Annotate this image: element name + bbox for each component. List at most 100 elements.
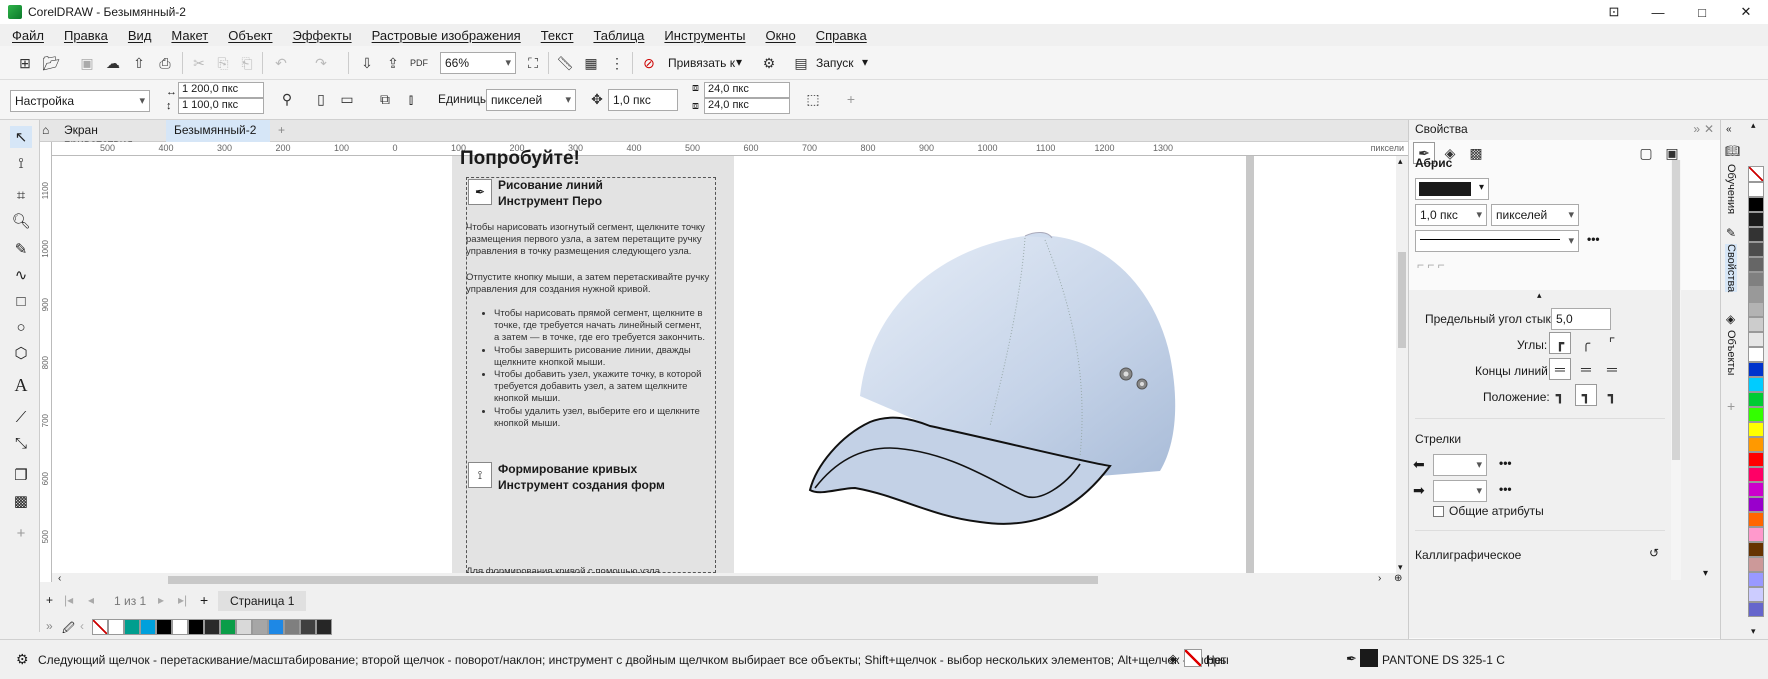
corner-miter-icon[interactable]: ┏ bbox=[1549, 332, 1571, 354]
horizontal-scrollbar[interactable]: ‹ › ⊕ bbox=[52, 573, 1408, 587]
palette-swatch-none[interactable] bbox=[92, 619, 108, 635]
palette-swatch[interactable] bbox=[1748, 287, 1764, 302]
palette-swatch[interactable] bbox=[1748, 482, 1764, 497]
rulers-icon[interactable]: 📏︎ bbox=[554, 52, 576, 74]
maximize-button[interactable]: □ bbox=[1680, 0, 1724, 24]
palette-swatch[interactable] bbox=[1748, 557, 1764, 572]
connector-tool-icon[interactable]: ⤡ bbox=[10, 432, 32, 454]
next-page-icon[interactable]: ▸ bbox=[158, 593, 164, 607]
line-style-more-icon[interactable]: ••• bbox=[1587, 232, 1600, 246]
frame-icon[interactable]: ▢ bbox=[1635, 142, 1657, 164]
launch-dropdown-icon[interactable]: ▾ bbox=[862, 55, 868, 69]
palette-swatch[interactable] bbox=[316, 619, 332, 635]
import-icon[interactable]: ⇩ bbox=[356, 52, 378, 74]
palette-swatch[interactable] bbox=[188, 619, 204, 635]
cap-butt-icon[interactable]: ═ bbox=[1549, 358, 1571, 380]
zoom-select[interactable]: 66% bbox=[440, 52, 516, 74]
outline-width-field[interactable]: 1,0 пкс bbox=[1415, 204, 1487, 226]
scroll-up-icon[interactable]: ▴ bbox=[1398, 156, 1403, 167]
palette-swatch[interactable] bbox=[1748, 407, 1764, 422]
portrait-icon[interactable]: ▯ bbox=[310, 88, 332, 110]
end-arrow-more-icon[interactable]: ••• bbox=[1499, 482, 1512, 496]
menu-text[interactable]: Текст bbox=[541, 28, 574, 43]
palette-swatch[interactable] bbox=[156, 619, 172, 635]
landscape-icon[interactable]: ▭ bbox=[336, 88, 358, 110]
palette-swatch[interactable] bbox=[108, 619, 124, 635]
menu-table[interactable]: Таблица bbox=[593, 28, 644, 43]
baseball-cap-image[interactable] bbox=[780, 226, 1200, 542]
start-arrow-select[interactable] bbox=[1433, 454, 1487, 476]
horizontal-scroll-thumb[interactable] bbox=[168, 576, 1098, 584]
palette-swatch-none[interactable] bbox=[1748, 166, 1764, 182]
palette-swatch[interactable] bbox=[1748, 182, 1764, 197]
palette-swatch[interactable] bbox=[1748, 377, 1764, 392]
close-button[interactable]: ✕ bbox=[1724, 0, 1768, 24]
palette-swatch[interactable] bbox=[1748, 602, 1764, 617]
tab-learning[interactable]: Обучения bbox=[1725, 164, 1737, 214]
tab-welcome[interactable]: Экран приветствия bbox=[56, 120, 174, 151]
print-icon[interactable]: ⎙ bbox=[154, 52, 176, 74]
cut-icon[interactable]: ✂ bbox=[188, 52, 210, 74]
palette-swatch[interactable] bbox=[1748, 197, 1764, 212]
freehand-tool-icon[interactable]: ✎ bbox=[10, 238, 32, 260]
shared-attrs-checkbox[interactable] bbox=[1433, 506, 1444, 517]
palette-expand-icon[interactable]: » bbox=[46, 619, 53, 633]
menu-object[interactable]: Объект bbox=[228, 28, 272, 43]
palette-swatch[interactable] bbox=[1748, 527, 1764, 542]
collapse-icon[interactable]: ▴ bbox=[1537, 290, 1542, 301]
transparency-tab-icon[interactable]: ▩ bbox=[1465, 142, 1487, 164]
palette-swatch[interactable] bbox=[1748, 242, 1764, 257]
docker-close-icon[interactable]: ✕ bbox=[1704, 122, 1714, 136]
menu-view[interactable]: Вид bbox=[128, 28, 152, 43]
polygon-tool-icon[interactable]: ⬡ bbox=[10, 342, 32, 364]
end-arrow-select[interactable] bbox=[1433, 480, 1487, 502]
pick-tool-icon[interactable]: ↖ bbox=[10, 126, 32, 148]
palette-swatch[interactable] bbox=[1748, 212, 1764, 227]
scroll-down-icon[interactable]: ▾ bbox=[1398, 562, 1403, 573]
palette-swatch[interactable] bbox=[220, 619, 236, 635]
outline-color-swatch-status[interactable] bbox=[1360, 649, 1378, 667]
corner-bevel-icon[interactable]: ⌜ bbox=[1601, 332, 1623, 354]
panel-icon[interactable]: ⊡ bbox=[1592, 0, 1636, 24]
palette-swatch[interactable] bbox=[1748, 587, 1764, 602]
ellipse-tool-icon[interactable]: ○ bbox=[10, 316, 32, 338]
palette-swatch[interactable] bbox=[1748, 317, 1764, 332]
line-style-select[interactable] bbox=[1415, 230, 1579, 252]
options-gear-icon[interactable]: ⚙ bbox=[758, 52, 780, 74]
side-expand-icon[interactable]: « bbox=[1726, 124, 1732, 135]
tab-objects[interactable]: Объекты bbox=[1725, 330, 1737, 375]
menu-window[interactable]: Окно bbox=[765, 28, 795, 43]
cloud-icon[interactable]: ☁ bbox=[102, 52, 124, 74]
palette-swatch[interactable] bbox=[1748, 392, 1764, 407]
tab-properties[interactable]: Свойства bbox=[1725, 244, 1737, 293]
menu-tools[interactable]: Инструменты bbox=[664, 28, 745, 43]
palette-swatch[interactable] bbox=[172, 619, 188, 635]
add-docker-icon[interactable]: + bbox=[1727, 398, 1735, 414]
nudge-field[interactable]: 1,0 пкс bbox=[608, 89, 678, 111]
palette-swatch[interactable] bbox=[1748, 332, 1764, 347]
current-page-icon[interactable]: ⫾ bbox=[400, 88, 422, 110]
palette-swatch[interactable] bbox=[1748, 272, 1764, 287]
palette-swatch[interactable] bbox=[1748, 467, 1764, 482]
tab-document[interactable]: Безымянный-2 bbox=[166, 120, 270, 142]
position-inside-icon[interactable]: ┓ bbox=[1601, 384, 1623, 406]
paste-icon[interactable]: ⎗ bbox=[236, 52, 258, 74]
duplicate-y-field[interactable]: 24,0 пкс bbox=[704, 98, 790, 114]
undo-icon[interactable]: ↶ bbox=[270, 52, 292, 74]
palette-swatch[interactable] bbox=[1748, 302, 1764, 317]
snap-to-button[interactable]: Привязать к bbox=[668, 56, 735, 70]
eyedropper-icon[interactable]: 🖉︎ bbox=[62, 619, 75, 640]
menu-edit[interactable]: Правка bbox=[64, 28, 108, 43]
palette-down-icon[interactable]: ▾ bbox=[1751, 626, 1756, 637]
palette-swatch[interactable] bbox=[1748, 257, 1764, 272]
miter-field[interactable]: 5,0 bbox=[1551, 308, 1611, 330]
menu-help[interactable]: Справка bbox=[816, 28, 867, 43]
save-icon[interactable]: ▣ bbox=[76, 52, 98, 74]
pdf-icon[interactable]: PDF bbox=[408, 52, 430, 74]
transparency-tool-icon[interactable]: ▩ bbox=[10, 490, 32, 512]
units-select[interactable]: пикселей bbox=[486, 89, 576, 111]
preset-select[interactable]: Настройка bbox=[10, 90, 150, 112]
docker-scrollbar[interactable] bbox=[1671, 160, 1681, 580]
status-gear-icon[interactable]: ⚙ bbox=[16, 651, 29, 668]
palette-swatch[interactable] bbox=[1748, 497, 1764, 512]
